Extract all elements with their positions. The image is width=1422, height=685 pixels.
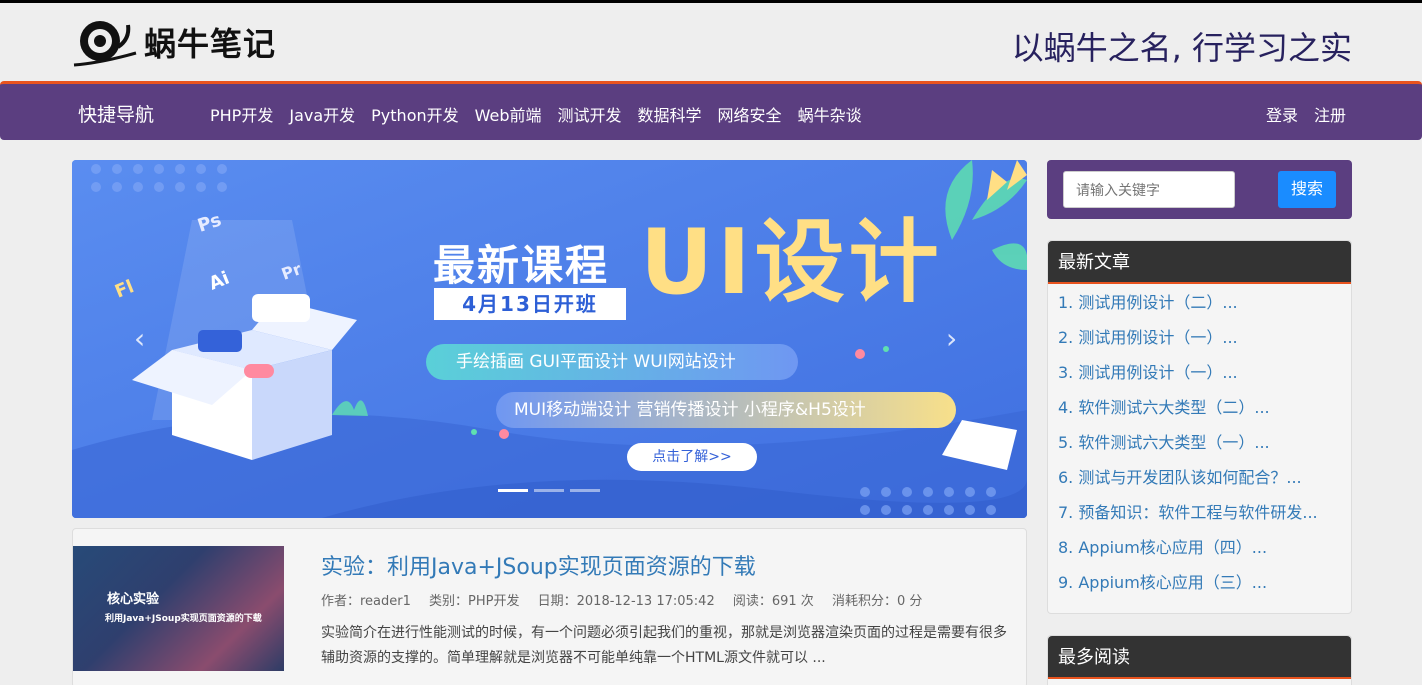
nav-menu: PHP开发 Java开发 Python开发 Web前端 测试开发 数据科学 网络… — [210, 102, 878, 126]
carousel-next-icon[interactable]: › — [946, 322, 957, 355]
carousel-indicator-2[interactable] — [534, 489, 564, 492]
register-link[interactable]: 注册 — [1314, 102, 1346, 126]
nav-item-php[interactable]: PHP开发 — [210, 102, 273, 126]
article-thumbnail[interactable]: 核心实验 利用Java+JSoup实现页面资源的下载 — [73, 546, 284, 671]
login-link[interactable]: 登录 — [1266, 102, 1298, 126]
article-card: 核心实验 利用Java+JSoup实现页面资源的下载 实验：利用Java+JSo… — [72, 528, 1027, 685]
article-title[interactable]: 实验：利用Java+JSoup实现页面资源的下载 — [321, 549, 756, 581]
banner-cta-button[interactable]: 点击了解>> — [627, 443, 757, 471]
banner-tags-line1: 手绘插画 GUI平面设计 WUI网站设计 — [426, 344, 798, 380]
latest-article-item[interactable]: 6. 测试与开发团队该如何配合？... — [1058, 463, 1341, 498]
latest-article-item[interactable]: 4. 软件测试六大类型（二）... — [1058, 393, 1341, 428]
latest-articles-title: 最新文章 — [1048, 241, 1351, 284]
nav-auth: 登录 注册 — [1250, 102, 1346, 126]
article-date: 日期：2018-12-13 17:05:42 — [537, 594, 715, 609]
banner-title: 最新课程 — [433, 241, 610, 290]
nav-item-java[interactable]: Java开发 — [289, 102, 355, 126]
latest-articles-list: 1. 测试用例设计（二）... 2. 测试用例设计（一）... 3. 测试用例设… — [1048, 284, 1351, 607]
thumbnail-subtitle: 利用Java+JSoup实现页面资源的下载 — [105, 614, 262, 624]
latest-article-item[interactable]: 2. 测试用例设计（一）... — [1058, 323, 1341, 358]
banner-slide[interactable]: Ps Ai Pr Fl 最新课程 UI设计 4月13日开班 手绘插画 GUI平面… — [72, 160, 1027, 518]
carousel-prev-icon[interactable]: ‹ — [134, 322, 145, 355]
thumbnail-title: 核心实验 — [107, 592, 160, 607]
article-points: 消耗积分：0 分 — [831, 594, 923, 609]
article-reads: 阅读：691 次 — [732, 594, 814, 609]
snail-logo-icon — [73, 21, 137, 67]
site-logo[interactable]: 蜗牛笔记 — [70, 13, 276, 71]
nav-item-web[interactable]: Web前端 — [475, 102, 542, 126]
latest-articles-panel: 最新文章 1. 测试用例设计（二）... 2. 测试用例设计（一）... 3. … — [1047, 240, 1352, 614]
search-button[interactable]: 搜索 — [1278, 171, 1336, 208]
latest-article-item[interactable]: 5. 软件测试六大类型（一）... — [1058, 428, 1341, 463]
search-input[interactable] — [1063, 171, 1235, 208]
nav-item-security[interactable]: 网络安全 — [718, 102, 782, 126]
most-read-title: 最多阅读 — [1048, 636, 1351, 679]
latest-article-item[interactable]: 8. Appium核心应用（四）... — [1058, 533, 1341, 568]
nav-brand[interactable]: 快捷导航 — [78, 100, 154, 127]
nav-item-python[interactable]: Python开发 — [371, 102, 458, 126]
carousel-indicator-1[interactable] — [498, 489, 528, 492]
article-author: 作者：reader1 — [321, 594, 411, 609]
nav-item-testing[interactable]: 测试开发 — [558, 102, 622, 126]
nav-item-misc[interactable]: 蜗牛杂谈 — [798, 102, 862, 126]
banner-tags-line2: MUI移动端设计 营销传播设计 小程序&H5设计 — [496, 392, 956, 428]
latest-article-item[interactable]: 1. 测试用例设计（二）... — [1058, 288, 1341, 323]
carousel-indicator-3[interactable] — [570, 489, 600, 492]
site-slogan: 以蜗牛之名, 行学习之实 — [1011, 29, 1352, 67]
article-meta: 作者：reader1 类别：PHP开发 日期：2018-12-13 17:05:… — [321, 590, 936, 609]
article-description: 实验简介在进行性能测试的时候，有一个问题必须引起我们的重视，那就是浏览器渲染页面… — [321, 625, 1007, 666]
search-panel: 搜索 — [1047, 160, 1352, 219]
banner-date: 4月13日开班 — [434, 288, 626, 320]
most-read-panel: 最多阅读 — [1047, 635, 1352, 685]
banner-highlight: UI设计 — [640, 210, 943, 315]
logo-text: 蜗牛笔记 — [144, 25, 277, 63]
site-header: 蜗牛笔记 以蜗牛之名, 行学习之实 — [0, 3, 1422, 81]
main-navbar: 快捷导航 PHP开发 Java开发 Python开发 Web前端 测试开发 数据… — [0, 81, 1422, 140]
nav-item-data-science[interactable]: 数据科学 — [638, 102, 702, 126]
article-category: 类别：PHP开发 — [429, 594, 520, 609]
latest-article-item[interactable]: 9. Appium核心应用（三）... — [1058, 568, 1341, 603]
latest-article-item[interactable]: 7. 预备知识：软件工程与软件研发... — [1058, 498, 1341, 533]
latest-article-item[interactable]: 3. 测试用例设计（一）... — [1058, 358, 1341, 393]
